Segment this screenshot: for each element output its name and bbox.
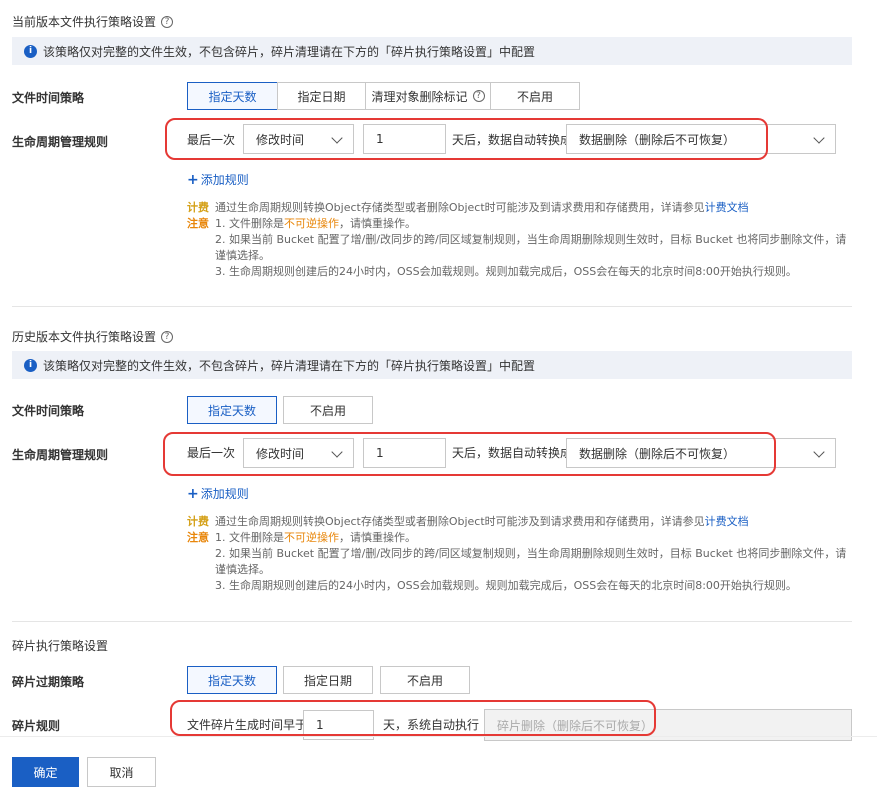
- plus-icon: +: [187, 485, 199, 502]
- current-notes: 计费 通过生命周期规则转换Object存储类型或者删除Object时可能涉及到请…: [187, 201, 847, 278]
- history-tab-days[interactable]: 指定天数: [187, 396, 277, 424]
- history-tab-disabled[interactable]: 不启用: [283, 396, 373, 424]
- confirm-button[interactable]: 确定: [12, 757, 79, 787]
- highlight-box: [170, 700, 656, 736]
- divider: [12, 306, 852, 307]
- info-icon: i: [24, 358, 37, 372]
- current-time-policy-label: 文件时间策略: [12, 91, 85, 105]
- history-notes: 计费 通过生命周期规则转换Object存储类型或者删除Object时可能涉及到请…: [187, 515, 847, 592]
- history-add-rule-link[interactable]: + 添加规则: [187, 485, 249, 502]
- fragment-tab-days[interactable]: 指定天数: [187, 666, 277, 694]
- info-icon: i: [24, 44, 37, 58]
- current-section-title: 当前版本文件执行策略设置 ?: [12, 13, 174, 30]
- highlight-box: [163, 432, 776, 476]
- current-tab-disabled[interactable]: 不启用: [490, 82, 580, 110]
- highlight-box: [165, 118, 768, 160]
- help-icon[interactable]: ?: [161, 15, 174, 28]
- fragment-expire-label: 碎片过期策略: [12, 675, 85, 689]
- fragment-section-title: 碎片执行策略设置: [12, 639, 109, 653]
- help-icon[interactable]: ?: [472, 90, 485, 102]
- current-info-bar: i 该策略仅对完整的文件生效，不包含碎片，碎片清理请在下方的「碎片执行策略设置」…: [12, 37, 852, 65]
- chevron-down-icon: [813, 132, 825, 144]
- help-icon[interactable]: ?: [161, 330, 174, 343]
- history-lifecycle-label: 生命周期管理规则: [12, 448, 109, 462]
- cancel-button[interactable]: 取消: [87, 757, 156, 787]
- billing-doc-link[interactable]: 计费文档: [705, 201, 749, 214]
- fragment-tab-disabled[interactable]: 不启用: [380, 666, 470, 694]
- fragment-tab-date[interactable]: 指定日期: [283, 666, 373, 694]
- current-tab-delete-marker[interactable]: 清理对象删除标记 ?: [365, 82, 491, 110]
- current-add-rule-link[interactable]: + 添加规则: [187, 171, 249, 188]
- current-tab-date[interactable]: 指定日期: [277, 82, 366, 110]
- fragment-rule-label: 碎片规则: [12, 719, 61, 733]
- history-section-title: 历史版本文件执行策略设置 ?: [12, 328, 174, 345]
- divider: [12, 621, 852, 622]
- current-lifecycle-label: 生命周期管理规则: [12, 135, 109, 149]
- history-time-policy-label: 文件时间策略: [12, 404, 85, 418]
- plus-icon: +: [187, 171, 199, 188]
- current-tab-days[interactable]: 指定天数: [187, 82, 278, 110]
- history-info-bar: i 该策略仅对完整的文件生效，不包含碎片，碎片清理请在下方的「碎片执行策略设置」…: [12, 351, 852, 379]
- billing-doc-link[interactable]: 计费文档: [705, 515, 749, 528]
- footer-divider: [0, 736, 877, 737]
- chevron-down-icon: [813, 446, 825, 458]
